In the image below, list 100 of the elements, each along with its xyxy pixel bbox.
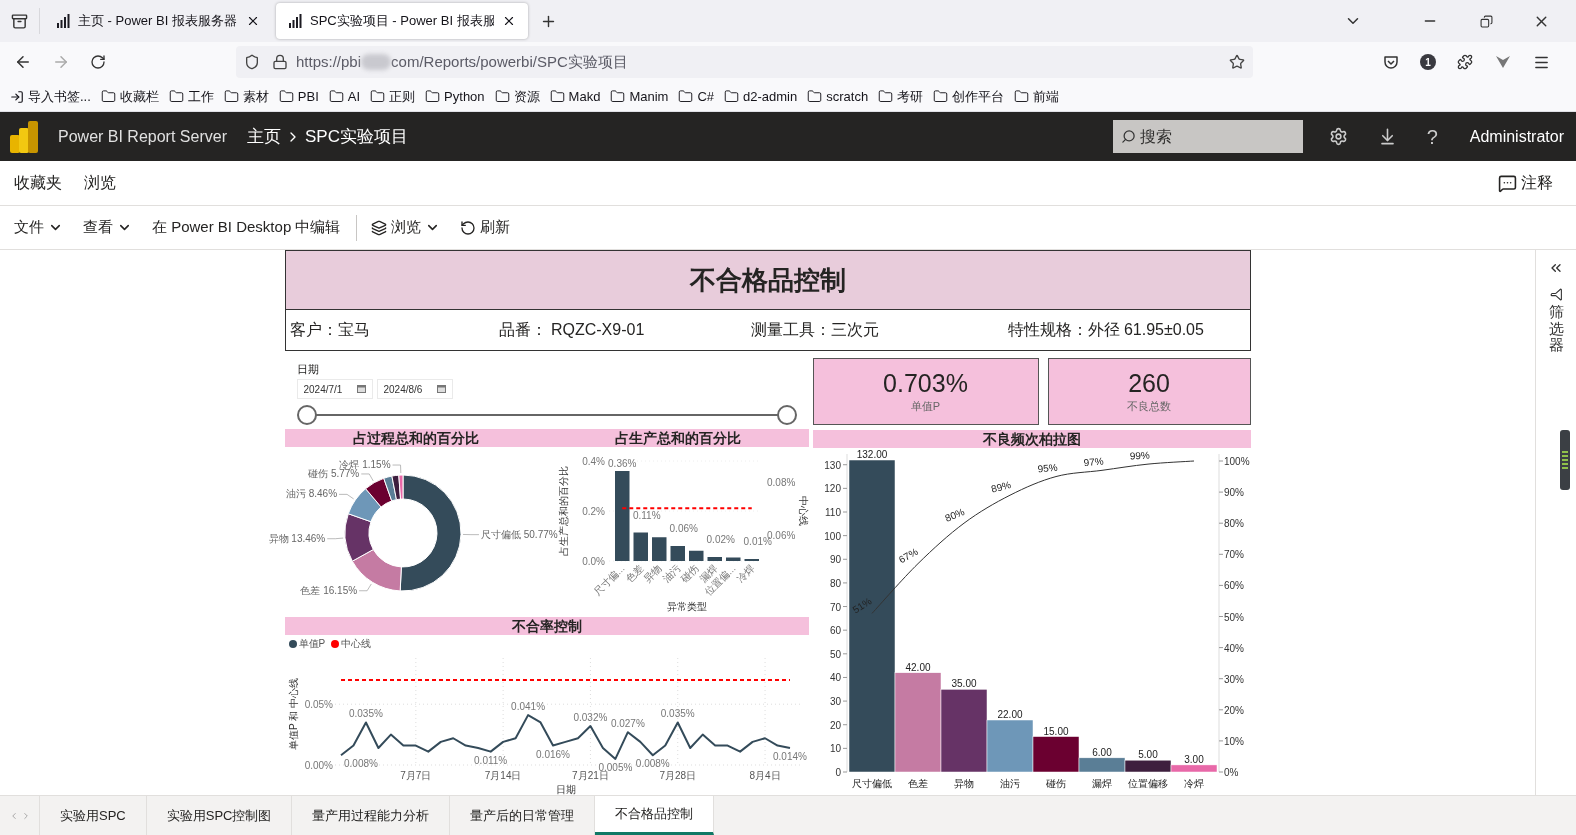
browser-tab[interactable]: 主页 - Power BI 报表服务器 [44,3,272,39]
extension-v-icon[interactable] [1495,55,1511,69]
close-icon[interactable] [502,14,516,28]
help-button[interactable]: ? [1426,121,1438,152]
reload-icon[interactable] [90,54,106,70]
calendar-icon[interactable] [356,385,366,393]
date-field[interactable]: 2024/8/6 [376,379,453,399]
bar[interactable] [744,558,759,561]
donut-slice[interactable] [344,512,374,562]
bookmark-item[interactable]: 收藏栏 [100,86,159,107]
data-label: 5.00 [1137,749,1158,761]
bookmark-item[interactable]: AI [328,86,361,107]
import-icon [10,89,24,104]
shield-icon[interactable] [244,54,260,70]
breadcrumb-link[interactable]: 主页 [246,123,281,150]
slider-track[interactable] [296,405,797,425]
slider-thumb[interactable] [296,405,317,425]
bar[interactable] [651,536,666,561]
bar[interactable] [848,459,895,773]
data-label: 99% [1129,449,1150,462]
axis-label: 30% [1223,673,1244,685]
menu-button[interactable]: 文件 [14,216,63,239]
data-label: 80% [942,506,966,524]
comments-button[interactable]: 注释 [1498,171,1553,195]
power-bi-logo[interactable] [10,120,38,153]
donut-slice[interactable] [364,477,392,508]
data-label: 0.041% [510,701,545,713]
tab-list-icon[interactable] [11,12,28,30]
kpi-value: 260 [1128,368,1170,399]
product-name[interactable]: Power BI Report Server [58,124,227,149]
back-icon[interactable] [14,53,32,71]
menu-button[interactable]: 浏览 [371,216,441,239]
slider-thumb[interactable] [776,405,797,425]
sidebar-handle[interactable] [1560,430,1570,490]
bookmark-item[interactable]: 工作 [168,86,214,107]
breadcrumb-current: SPC实验项目 [304,125,408,148]
legend-item[interactable]: 中心线 [331,636,372,652]
nav-link[interactable]: 浏览 [84,171,116,195]
extensions-icon[interactable] [1457,54,1473,70]
bookmark-item[interactable]: 导入书签... [10,86,91,107]
bar[interactable] [688,550,703,561]
bookmark-item[interactable]: C# [678,86,715,107]
chart-title: 不良频次柏拉图 [812,430,1251,448]
axis-title: 异常类型 [666,600,707,612]
report-title: 不合格品控制 [284,250,1251,310]
bookmark-item[interactable]: scratch [807,86,869,107]
bookmark-item[interactable]: PBI [278,86,319,107]
bar[interactable] [670,545,685,561]
donut-slice[interactable] [399,474,461,592]
data-label: 89% [989,478,1012,495]
pocket-icon[interactable] [1383,54,1399,70]
close-icon[interactable] [246,14,260,28]
bar[interactable] [725,557,740,561]
restore-icon[interactable] [1480,14,1493,28]
page-tab[interactable]: 不合格品控制 [595,796,715,835]
date-field[interactable]: 2024/7/1 [296,379,373,399]
bookmark-item[interactable]: d2-admin [724,86,798,107]
bookmark-item[interactable]: Python [425,86,485,107]
data-label: 6.00 [1091,746,1112,758]
bookmark-item[interactable]: 素材 [223,86,269,107]
data-label: 22.00 [997,709,1022,720]
bookmark-item[interactable]: Makd [549,86,601,107]
filter-pane-label[interactable]: 筛选器 [1548,304,1564,354]
toolbar-button[interactable]: 刷新 [460,216,511,239]
donut-slice[interactable] [347,487,382,522]
axis-label: 0.0% [581,555,605,567]
axis-label: 100 [823,530,841,542]
axis-label: 0.05% [304,699,333,711]
bar[interactable] [1124,759,1171,773]
bookmark-item[interactable]: 创作平台 [933,86,1005,107]
data-label: 95% [1036,461,1058,475]
bookmark-item[interactable]: 前端 [1014,86,1060,107]
legend-item[interactable]: 单值P [288,636,326,652]
bookmark-item[interactable]: 正则 [370,86,416,107]
lock-icon[interactable] [272,54,288,70]
donut-slice[interactable] [397,474,403,500]
axis-title: 单值P 和 中心线 [287,678,299,750]
bookmark-item[interactable]: Manim [610,86,669,107]
data-label: 0.035% [660,708,695,720]
slice-label: 冷焊 1.15% [338,458,391,470]
bar[interactable] [614,470,629,561]
search-field[interactable]: 搜索 [1112,120,1303,153]
address-field[interactable]: https://pbi com/Reports/powerbi/SPC实验项目 [236,46,1253,78]
data-label: 0.011% [473,754,507,766]
user-name[interactable]: Administrator [1469,124,1564,149]
menu-button[interactable]: 查看 [83,216,132,239]
account-badge[interactable]: 1 [1420,54,1436,70]
bookmark-star-icon[interactable] [1229,54,1245,70]
bookmark-item[interactable]: 资源 [494,86,540,107]
filter-icon[interactable] [1549,288,1563,301]
folder-icon [278,89,294,104]
bar[interactable] [1032,736,1079,773]
settings-icon[interactable] [1328,127,1348,146]
toolbar-button[interactable]: 在 Power BI Desktop 中编辑 [152,216,341,239]
bar[interactable] [707,556,722,561]
bookmark-item[interactable]: 考研 [878,86,924,107]
nav-link[interactable]: 收藏夹 [14,171,62,195]
calendar-icon[interactable] [436,385,446,393]
axis-label: 冷焊 [1183,778,1204,789]
axis-label: 100% [1223,456,1250,467]
